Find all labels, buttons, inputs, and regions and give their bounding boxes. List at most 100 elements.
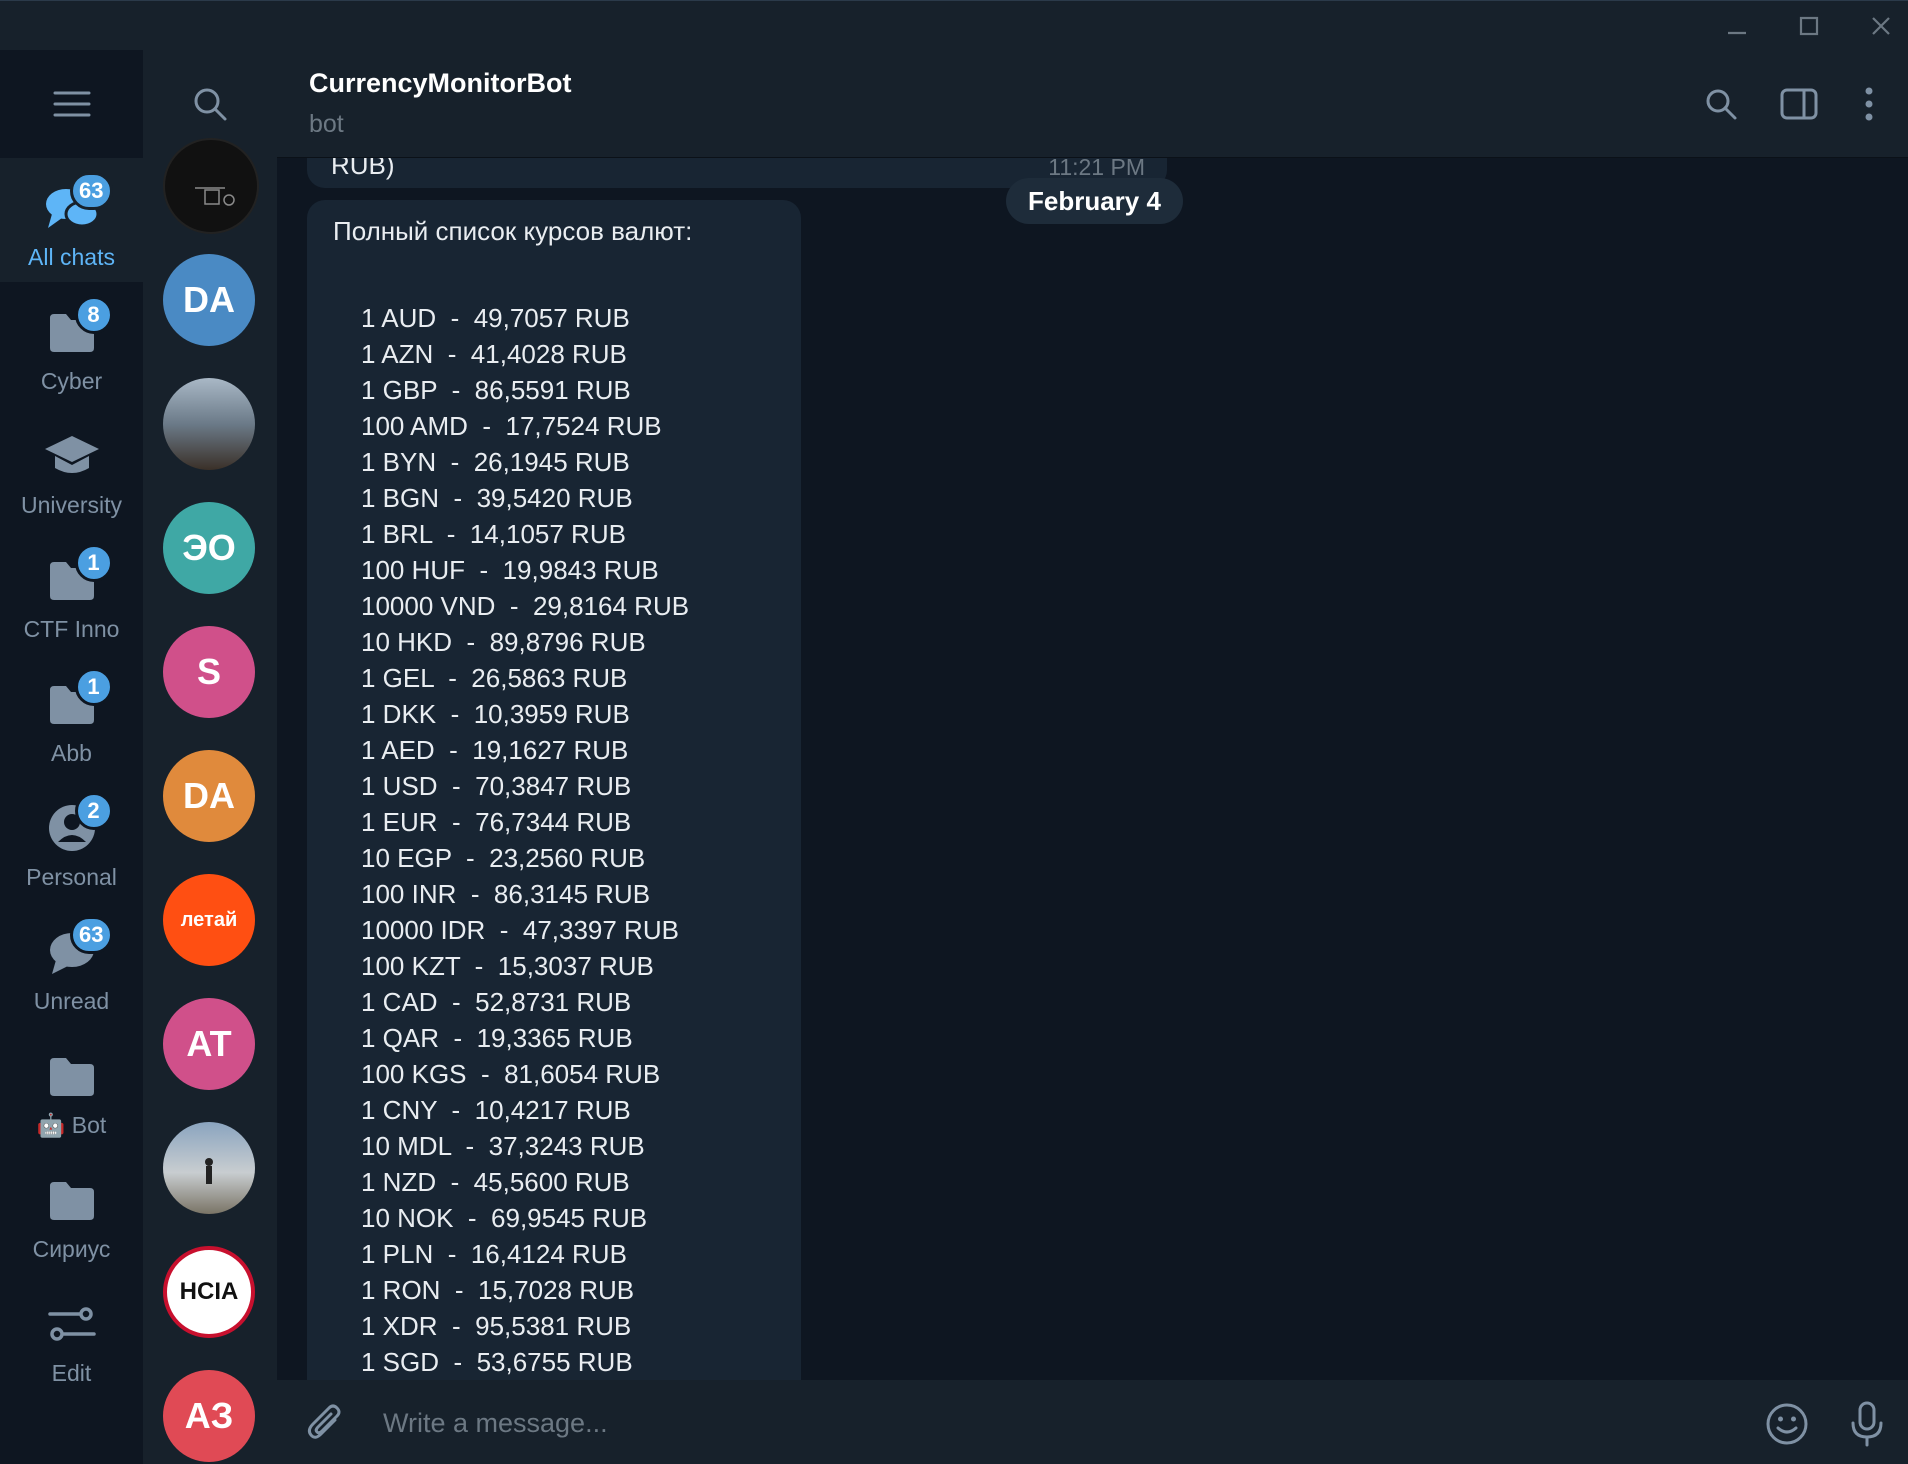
chat-bubble-icon: 63 <box>37 916 113 982</box>
unread-badge: 63 <box>70 172 113 210</box>
rate-line: 1 PLN - 16,4124 RUB <box>361 1239 627 1269</box>
chat-avatar[interactable] <box>163 138 259 234</box>
folder-sirius[interactable]: Сириус <box>0 1150 143 1274</box>
message-area[interactable]: RUB) 11:21 PM Полный список курсов валют… <box>277 158 1908 1380</box>
rate-line: 1 SGD - 53,6755 RUB <box>361 1347 633 1377</box>
folder-icon: 1 <box>37 544 113 610</box>
date-pill: February 4 <box>1006 178 1183 224</box>
rate-line: 1 BGN - 39,5420 RUB <box>361 483 633 513</box>
rate-line: 1 AED - 19,1627 RUB <box>361 735 629 765</box>
chat-avatar[interactable] <box>163 1122 255 1214</box>
rate-line: 1 AUD - 49,7057 RUB <box>361 303 630 333</box>
chat-avatar[interactable]: DA <box>163 750 255 842</box>
folder-label: Unread <box>33 988 110 1014</box>
folder-university[interactable]: University <box>0 406 143 530</box>
unread-badge: 8 <box>74 296 113 334</box>
menu-icon[interactable] <box>0 50 143 158</box>
unread-badge: 1 <box>74 668 113 706</box>
folder-label: 🤖 Bot <box>36 1112 107 1138</box>
folder-sidebar: 63 All chats 8 Cyber University 1 CTF In… <box>0 50 143 1464</box>
sidebar-toggle-icon[interactable] <box>1771 76 1827 132</box>
message-input[interactable] <box>381 1402 1685 1444</box>
chat-bubbles-icon: 63 <box>37 172 113 238</box>
rate-line: 10 EGP - 23,2560 RUB <box>361 843 646 873</box>
rate-line: 100 KGS - 81,6054 RUB <box>361 1059 661 1089</box>
folder-label: Personal <box>26 864 117 890</box>
graduation-cap-icon <box>37 426 107 486</box>
folder-abb[interactable]: 1 Abb <box>0 654 143 778</box>
rate-line: 1 CNY - 10,4217 RUB <box>361 1095 631 1125</box>
chat-avatar-hcia-logo[interactable]: HCIA <box>163 1246 255 1338</box>
rate-line: 1 BRL - 14,1057 RUB <box>361 519 626 549</box>
emoji-icon[interactable] <box>1757 1394 1817 1454</box>
folder-bot[interactable]: 🤖 Bot <box>0 1026 143 1150</box>
chat-title[interactable]: CurrencyMonitorBot <box>309 68 572 99</box>
folder-label: University <box>21 492 122 518</box>
more-options-icon[interactable] <box>1841 76 1897 132</box>
rate-line: 100 AMD - 17,7524 RUB <box>361 411 662 441</box>
chat-list-collapsed: DA ЭО S DA летай AT HCIA АЗ <box>143 50 277 1464</box>
rate-line: 1 BYN - 26,1945 RUB <box>361 447 630 477</box>
rates-list: 1 AUD - 49,7057 RUB 1 AZN - 41,4028 RUB 1 … <box>361 300 689 1380</box>
chat-avatar[interactable]: S <box>163 626 255 718</box>
folder-label: Abb <box>51 740 92 766</box>
microphone-icon[interactable] <box>1837 1394 1897 1454</box>
folder-cyber[interactable]: 8 Cyber <box>0 282 143 406</box>
folder-icon: 8 <box>37 296 113 362</box>
chat-avatar[interactable]: DA <box>163 254 255 346</box>
search-icon[interactable] <box>1693 76 1749 132</box>
folder-label: All chats <box>28 244 115 270</box>
unread-badge: 63 <box>70 916 113 954</box>
chat-avatar[interactable] <box>163 378 255 470</box>
rate-line: 1 XDR - 95,5381 RUB <box>361 1311 632 1341</box>
folder-unread[interactable]: 63 Unread <box>0 902 143 1026</box>
minimize-icon[interactable] <box>1702 1 1772 51</box>
rate-line: 100 INR - 86,3145 RUB <box>361 879 651 909</box>
unread-badge: 2 <box>74 792 113 830</box>
chat-subtitle: bot <box>309 110 344 138</box>
rate-line: 1 GBP - 86,5591 RUB <box>361 375 631 405</box>
folder-ctf-inno[interactable]: 1 CTF Inno <box>0 530 143 654</box>
close-icon[interactable] <box>1846 1 1908 51</box>
window-titlebar <box>0 0 1908 50</box>
rate-line: 1 AZN - 41,4028 RUB <box>361 339 627 369</box>
attach-icon[interactable] <box>297 1396 353 1452</box>
message-text: RUB) <box>331 158 395 180</box>
unread-badge: 1 <box>74 544 113 582</box>
rate-line: 1 NZD - 45,5600 RUB <box>361 1167 630 1197</box>
rate-line: 10 HKD - 89,8796 RUB <box>361 627 646 657</box>
chat-avatar[interactable]: АЗ <box>163 1370 255 1462</box>
folder-icon: 1 <box>37 668 113 734</box>
chat-avatar[interactable]: AT <box>163 998 255 1090</box>
folder-edit[interactable]: Edit <box>0 1274 143 1398</box>
sliders-icon <box>37 1294 107 1354</box>
folder-label: Edit <box>51 1360 92 1386</box>
rate-line: 1 DKK - 10,3959 RUB <box>361 699 630 729</box>
rate-line: 10000 VND - 29,8164 RUB <box>361 591 690 621</box>
rate-line: 100 HUF - 19,9843 RUB <box>361 555 659 585</box>
rate-line: 1 GEL - 26,5863 RUB <box>361 663 628 693</box>
folder-label: Cyber <box>40 368 103 394</box>
chat-avatar[interactable]: ЭО <box>163 502 255 594</box>
rate-line: 1 USD - 70,3847 RUB <box>361 771 632 801</box>
maximize-icon[interactable] <box>1774 1 1844 51</box>
rate-line: 10 NOK - 69,9545 RUB <box>361 1203 648 1233</box>
rate-line: 1 QAR - 19,3365 RUB <box>361 1023 633 1053</box>
rate-line: 10 MDL - 37,3243 RUB <box>361 1131 645 1161</box>
rate-line: 1 CAD - 52,8731 RUB <box>361 987 632 1017</box>
folder-icon <box>37 1170 107 1230</box>
rate-line: 1 RON - 15,7028 RUB <box>361 1275 635 1305</box>
folder-label: Сириус <box>32 1236 111 1262</box>
chat-avatar-letai-logo[interactable]: летай <box>163 874 255 966</box>
folder-personal[interactable]: 2 Personal <box>0 778 143 902</box>
message-composer <box>277 1380 1908 1464</box>
folder-all-chats[interactable]: 63 All chats <box>0 158 143 282</box>
message-bubble[interactable]: Полный список курсов валют: 1 AUD - 49,7… <box>307 200 801 1380</box>
chat-header: CurrencyMonitorBot bot <box>277 50 1908 158</box>
message-heading: Полный список курсов валют: <box>333 216 693 246</box>
folder-label: CTF Inno <box>23 616 120 642</box>
folder-icon <box>37 1046 107 1106</box>
rate-line: 100 KZT - 15,3037 RUB <box>361 951 654 981</box>
person-icon: 2 <box>37 792 113 858</box>
rate-line: 1 EUR - 76,7344 RUB <box>361 807 632 837</box>
